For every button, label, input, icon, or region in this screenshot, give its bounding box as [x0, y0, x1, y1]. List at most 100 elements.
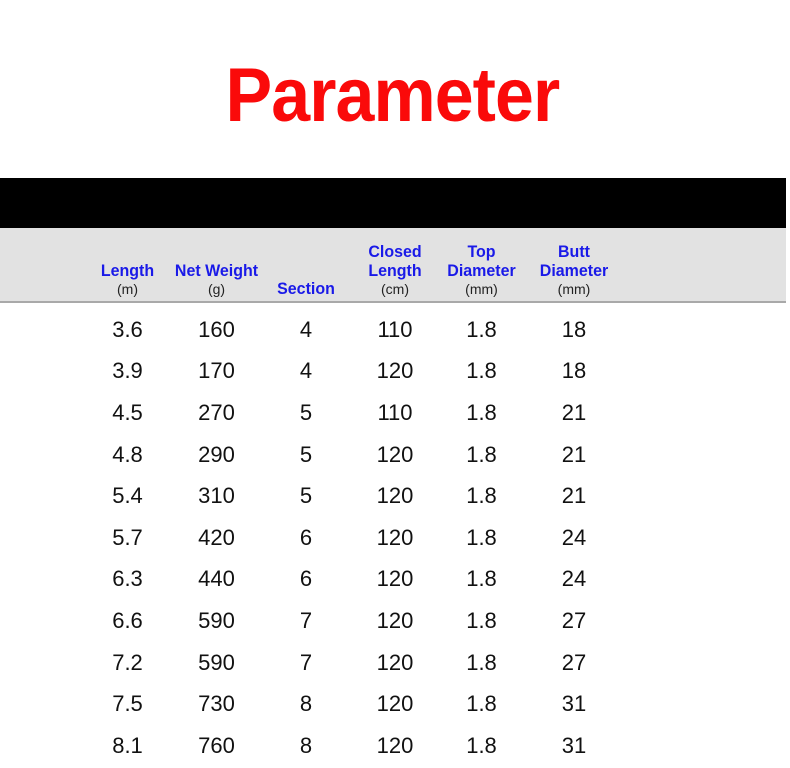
cell-length: 4.5 [112, 399, 143, 425]
column-header-label: Length [100, 261, 155, 280]
table-row: 7.5 730 8 120 1.8 31 [0, 683, 640, 725]
cell-section: 7 [299, 649, 313, 675]
cell-net-weight: 590 [198, 607, 235, 633]
cell-length: 3.9 [112, 358, 143, 384]
cell-top-diameter: 1.8 [466, 607, 497, 633]
cell-closed-length: 120 [376, 607, 414, 633]
table-row: 3.6 160 4 110 1.8 18 [0, 309, 640, 351]
cell-butt-diameter: 18 [561, 358, 587, 384]
column-header-unit: (mm) [465, 281, 498, 297]
column-header-unit: (cm) [381, 281, 409, 297]
cell-length: 6.3 [112, 566, 143, 592]
cell-butt-diameter: 27 [561, 649, 587, 675]
cell-closed-length: 120 [376, 566, 414, 592]
cell-section: 8 [299, 732, 313, 758]
page-title: Parameter [0, 52, 790, 148]
cell-butt-diameter: 18 [561, 316, 587, 342]
cell-top-diameter: 1.8 [466, 691, 497, 717]
cell-top-diameter: 1.8 [466, 399, 497, 425]
column-header-label: Net Weight [174, 261, 259, 280]
cell-section: 5 [299, 399, 313, 425]
table-row: 6.3 440 6 120 1.8 24 [0, 559, 640, 601]
cell-net-weight: 420 [198, 524, 235, 550]
column-header-length: Length (m) [83, 261, 172, 301]
column-header-top-diameter: Top Diameter (mm) [439, 242, 524, 301]
table-row: 4.8 290 5 120 1.8 21 [0, 434, 640, 476]
column-header-butt-diameter: Butt Diameter (mm) [524, 242, 624, 301]
table-body: 3.6 160 4 110 1.8 18 3.9 170 4 120 1.8 18 4.5 270 5 110… [0, 309, 640, 767]
column-header-unit: (mm) [557, 281, 591, 297]
cell-length: 6.6 [112, 607, 143, 633]
cell-butt-diameter: 31 [561, 732, 587, 758]
cell-section: 8 [299, 691, 313, 717]
cell-length: 8.1 [112, 732, 143, 758]
cell-top-diameter: 1.8 [466, 566, 497, 592]
cell-length: 3.6 [112, 316, 143, 342]
table-header-band: Length (m) Net Weight (g) Section Closed Leng… [0, 228, 786, 303]
column-header-label: Top Diameter [447, 242, 516, 280]
cell-top-diameter: 1.8 [466, 441, 497, 467]
column-header-net-weight: Net Weight (g) [172, 261, 261, 301]
parameter-spec-sheet: Parameter Length (m) Net Weight (g) Section C… [0, 0, 790, 768]
page-title-text: Parameter [225, 53, 560, 138]
table-row: 4.5 270 5 110 1.8 21 [0, 392, 640, 434]
cell-butt-diameter: 24 [561, 566, 587, 592]
cell-section: 4 [299, 358, 313, 384]
cell-top-diameter: 1.8 [466, 358, 497, 384]
column-header-section: Section [261, 279, 351, 301]
column-header-label: Closed Length [368, 242, 422, 280]
column-header-unit: (m) [117, 281, 138, 297]
cell-length: 7.5 [112, 691, 143, 717]
cell-net-weight: 760 [198, 732, 235, 758]
cell-net-weight: 270 [198, 399, 235, 425]
table-header-row: Length (m) Net Weight (g) Section Closed Leng… [0, 228, 640, 301]
cell-length: 5.4 [112, 483, 143, 509]
cell-net-weight: 310 [198, 483, 235, 509]
cell-length: 5.7 [112, 524, 143, 550]
cell-net-weight: 160 [198, 316, 235, 342]
table-row: 5.7 420 6 120 1.8 24 [0, 517, 640, 559]
cell-closed-length: 120 [376, 732, 414, 758]
cell-top-diameter: 1.8 [466, 524, 497, 550]
cell-section: 4 [299, 316, 313, 342]
cell-net-weight: 590 [198, 649, 235, 675]
cell-length: 7.2 [112, 649, 143, 675]
cell-net-weight: 170 [198, 358, 235, 384]
cell-butt-diameter: 24 [561, 524, 587, 550]
cell-net-weight: 290 [198, 441, 235, 467]
cell-section: 5 [299, 483, 313, 509]
cell-closed-length: 110 [377, 316, 413, 342]
cell-net-weight: 440 [198, 566, 235, 592]
column-header-label: Section [277, 279, 335, 298]
table-row: 6.6 590 7 120 1.8 27 [0, 600, 640, 642]
cell-section: 7 [299, 607, 313, 633]
cell-top-diameter: 1.8 [466, 732, 497, 758]
table-row: 8.1 760 8 120 1.8 31 [0, 725, 640, 767]
cell-butt-diameter: 21 [561, 399, 587, 425]
column-header-closed-length: Closed Length (cm) [351, 242, 439, 301]
cell-butt-diameter: 21 [561, 441, 587, 467]
cell-top-diameter: 1.8 [466, 316, 497, 342]
cell-top-diameter: 1.8 [466, 483, 497, 509]
cell-section: 6 [299, 524, 313, 550]
cell-top-diameter: 1.8 [466, 649, 497, 675]
cell-net-weight: 730 [198, 691, 235, 717]
cell-closed-length: 120 [376, 358, 414, 384]
cell-butt-diameter: 31 [561, 691, 587, 717]
table-row: 3.9 170 4 120 1.8 18 [0, 351, 640, 393]
cell-length: 4.8 [112, 441, 143, 467]
cell-butt-diameter: 27 [561, 607, 587, 633]
cell-closed-length: 120 [376, 649, 414, 675]
cell-section: 6 [299, 566, 313, 592]
table-row: 7.2 590 7 120 1.8 27 [0, 642, 640, 684]
cell-section: 5 [299, 441, 313, 467]
column-header-label: Butt Diameter [539, 242, 609, 280]
cell-closed-length: 120 [376, 441, 414, 467]
column-header-unit: (g) [207, 281, 226, 297]
table-row: 5.4 310 5 120 1.8 21 [0, 475, 640, 517]
cell-closed-length: 120 [376, 691, 414, 717]
cell-closed-length: 110 [377, 399, 413, 425]
header-divider-bar [0, 178, 786, 228]
cell-closed-length: 120 [376, 524, 414, 550]
cell-closed-length: 120 [376, 483, 414, 509]
